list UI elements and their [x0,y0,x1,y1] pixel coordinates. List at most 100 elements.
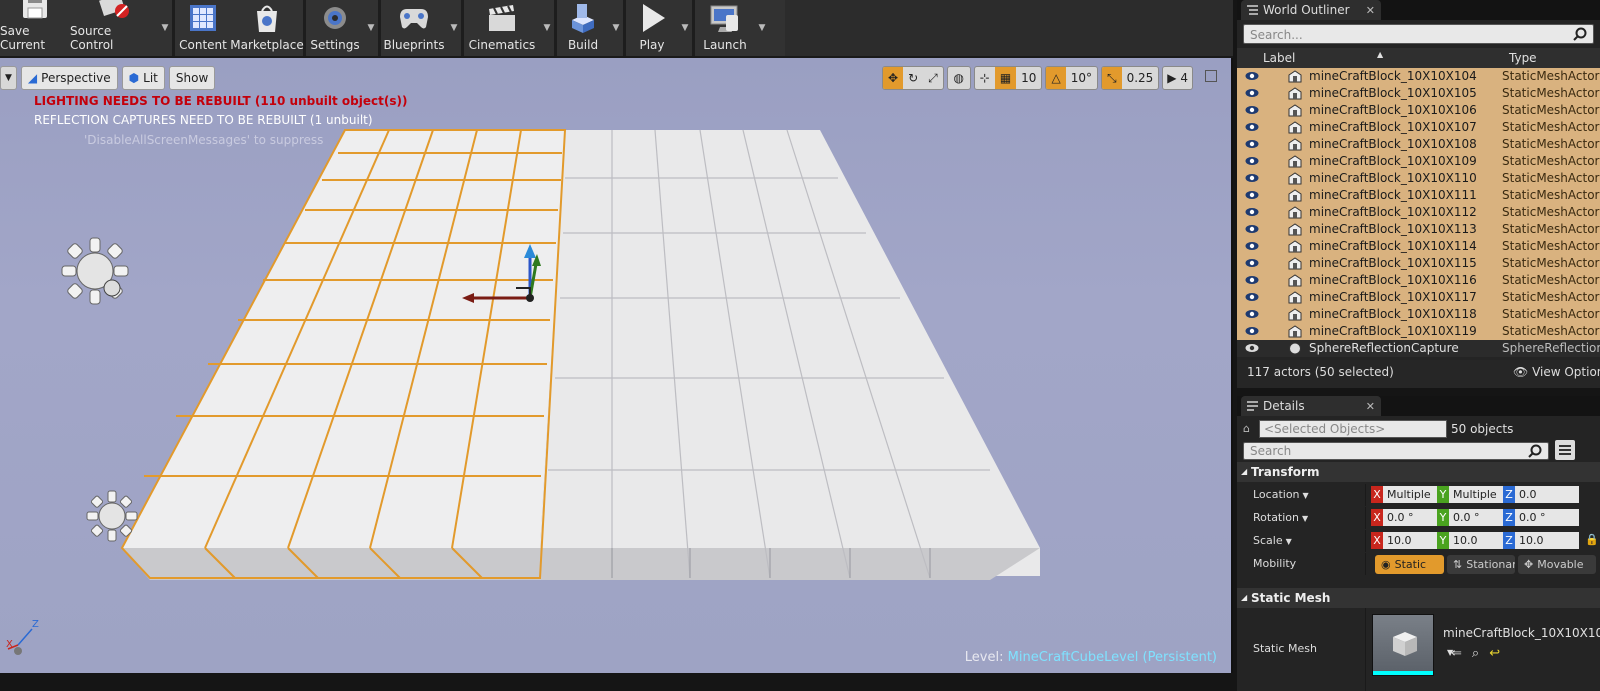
visibility-eye-icon[interactable] [1245,292,1259,302]
show-button[interactable]: Show [168,66,216,90]
cinematics-dropdown[interactable]: ▼ [540,0,554,56]
tab-details[interactable]: Details ✕ [1241,396,1381,416]
launch-button[interactable]: Launch [695,0,755,56]
outliner-row[interactable]: mineCraftBlock_10X10X108 StaticMeshActor [1237,136,1600,153]
settings-dropdown[interactable]: ▼ [364,0,378,56]
column-label-header[interactable]: Label [1263,51,1295,65]
outliner-row[interactable]: SphereReflectionCapture SphereReflection [1237,340,1600,357]
translate-mode-icon[interactable]: ✥ [883,67,904,89]
static-mesh-section-header[interactable]: ◢ Static Mesh [1237,588,1600,608]
scale-snap-value[interactable]: 0.25 [1122,67,1159,89]
scale-label[interactable]: Scale ▼ [1253,534,1292,547]
visibility-eye-icon[interactable] [1245,71,1259,81]
visibility-eye-icon[interactable] [1245,224,1259,234]
outliner-row[interactable]: mineCraftBlock_10X10X118 StaticMeshActor [1237,306,1600,323]
scale-snap-icon[interactable]: ⤡ [1101,67,1122,89]
tab-world-outliner[interactable]: World Outliner ✕ [1241,0,1381,20]
visibility-eye-icon[interactable] [1245,309,1259,319]
visibility-eye-icon[interactable] [1245,88,1259,98]
save-current-button[interactable]: Save Current [0,0,70,56]
location-z-field[interactable]: 0.0 [1515,486,1579,503]
transform-section-header[interactable]: ◢ Transform [1237,462,1600,482]
build-button[interactable]: Build [557,0,609,56]
scale-mode-icon[interactable]: ⤢ [923,67,943,89]
visibility-eye-icon[interactable] [1245,258,1259,268]
visibility-eye-icon[interactable] [1245,343,1259,353]
static-mesh-thumbnail[interactable] [1372,614,1434,676]
build-dropdown[interactable]: ▼ [609,0,623,56]
visibility-eye-icon[interactable] [1245,156,1259,166]
scene-canvas[interactable] [0,58,1233,673]
surface-snap-icon[interactable]: ⊹ [975,67,995,89]
lock-icon[interactable]: ⌂ [1243,422,1250,435]
location-y-field[interactable]: Multiple [1449,486,1503,503]
view-options-button[interactable]: 👁 View Options [1513,365,1600,379]
maximize-viewport-icon[interactable] [1205,70,1217,82]
blueprints-button[interactable]: Blueprints [381,0,447,56]
outliner-row[interactable]: mineCraftBlock_10X10X104 StaticMeshActor [1237,68,1600,85]
reset-icon[interactable]: ↩ [1489,646,1500,661]
outliner-row[interactable]: mineCraftBlock_10X10X105 StaticMeshActor [1237,85,1600,102]
visibility-eye-icon[interactable] [1245,139,1259,149]
scale-z-field[interactable]: 10.0 [1515,532,1579,549]
outliner-row[interactable]: mineCraftBlock_10X10X107 StaticMeshActor [1237,119,1600,136]
use-selected-icon[interactable]: ⇐ [1451,646,1462,661]
perspective-button[interactable]: ◢ Perspective [20,66,118,90]
play-dropdown[interactable]: ▼ [678,0,692,56]
lit-button[interactable]: ⬢ Lit [121,66,165,90]
close-icon[interactable]: ✕ [1366,4,1375,17]
outliner-row[interactable]: mineCraftBlock_10X10X112 StaticMeshActor [1237,204,1600,221]
directional-light-icon[interactable] [86,490,138,542]
visibility-eye-icon[interactable] [1245,173,1259,183]
property-matrix-icon[interactable] [1555,440,1575,460]
settings-button[interactable]: Settings [306,0,364,56]
rotation-y-field[interactable]: 0.0 ° [1449,509,1503,526]
play-button[interactable]: Play [626,0,678,56]
world-local-toggle-icon[interactable]: ◍ [946,66,971,90]
level-viewport[interactable]: ▼ ◢ Perspective ⬢ Lit Show LIGHTING NEED… [0,58,1233,673]
mobility-stationary-button[interactable]: ⇅Stationary [1447,555,1515,574]
rotation-label[interactable]: Rotation ▼ [1253,511,1308,524]
source-control-dropdown[interactable]: ▼ [158,0,172,56]
static-mesh-picker[interactable]: mineCraftBlock_10X10X10 ▼ [1443,624,1600,657]
grid-snap-icon[interactable]: ▦ [994,67,1017,89]
location-label[interactable]: Location ▼ [1253,488,1309,501]
rotate-mode-icon[interactable]: ↻ [903,67,923,89]
rotation-x-field[interactable]: 0.0 ° [1383,509,1437,526]
close-icon[interactable]: ✕ [1366,400,1375,413]
blueprints-dropdown[interactable]: ▼ [447,0,461,56]
visibility-eye-icon[interactable] [1245,207,1259,217]
column-type-header[interactable]: Type [1509,51,1537,65]
outliner-row[interactable]: mineCraftBlock_10X10X109 StaticMeshActor [1237,153,1600,170]
camera-speed-button[interactable]: ▶ 4 [1162,66,1193,90]
viewport-options-dropdown[interactable]: ▼ [0,66,17,90]
launch-dropdown[interactable]: ▼ [755,0,769,56]
marketplace-button[interactable]: Marketplace [230,0,304,56]
outliner-row[interactable]: mineCraftBlock_10X10X110 StaticMeshActor [1237,170,1600,187]
source-control-button[interactable]: Source Control [70,0,158,56]
outliner-row[interactable]: mineCraftBlock_10X10X113 StaticMeshActor [1237,221,1600,238]
scale-x-field[interactable]: 10.0 [1383,532,1437,549]
selected-objects-field[interactable]: <Selected Objects> [1259,420,1447,438]
content-button[interactable]: Content [175,0,231,56]
visibility-eye-icon[interactable] [1245,190,1259,200]
location-x-field[interactable]: Multiple [1383,486,1437,503]
rotation-z-field[interactable]: 0.0 ° [1515,509,1579,526]
rotation-snap-icon[interactable]: △ [1046,67,1066,89]
outliner-row[interactable]: mineCraftBlock_10X10X115 StaticMeshActor [1237,255,1600,272]
mobility-static-button[interactable]: ◉ Static [1375,555,1444,574]
visibility-eye-icon[interactable] [1245,275,1259,285]
visibility-eye-icon[interactable] [1245,105,1259,115]
grid-snap-value[interactable]: 10 [1016,67,1041,89]
mobility-movable-button[interactable]: ✥ Movable [1518,555,1596,574]
point-light-icon[interactable] [60,236,130,306]
rotation-snap-value[interactable]: 10° [1066,67,1097,89]
outliner-row[interactable]: mineCraftBlock_10X10X117 StaticMeshActor [1237,289,1600,306]
cinematics-button[interactable]: Cinematics [464,0,540,56]
lock-scale-icon[interactable]: 🔒 [1585,533,1599,546]
scale-y-field[interactable]: 10.0 [1449,532,1503,549]
visibility-eye-icon[interactable] [1245,122,1259,132]
outliner-row[interactable]: mineCraftBlock_10X10X116 StaticMeshActor [1237,272,1600,289]
browse-icon[interactable]: ⌕ [1472,646,1479,661]
details-search-input[interactable]: Search [1243,442,1549,460]
